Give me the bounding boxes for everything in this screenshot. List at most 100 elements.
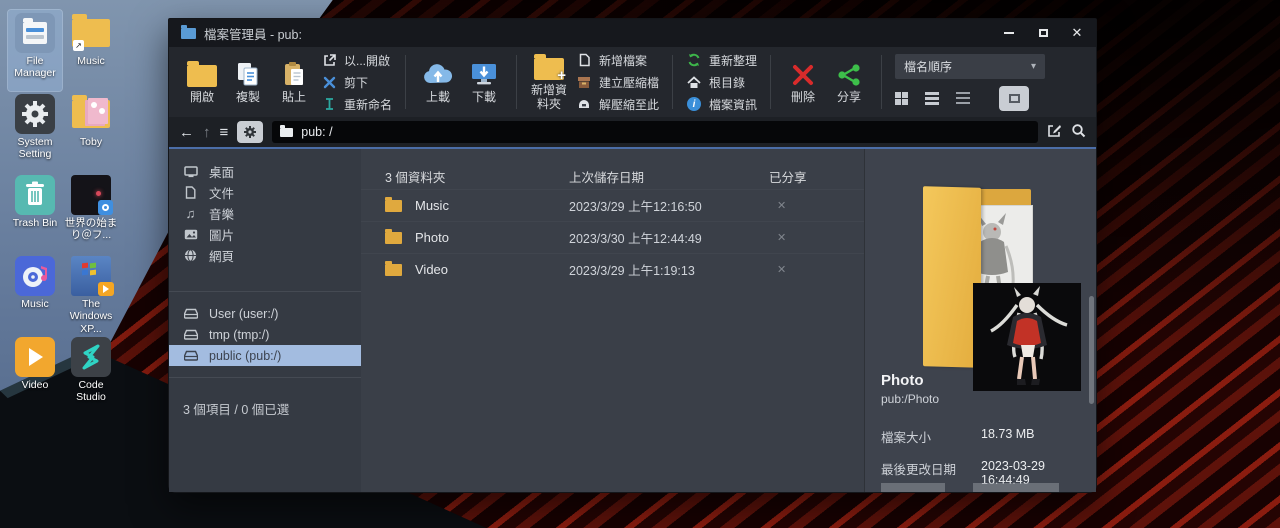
selection-status: 3 個項目 / 0 個已選 [183, 403, 290, 417]
app-folder-icon [181, 24, 196, 39]
list-header: 3 個資料夾 上次儲存日期 已分享 [361, 163, 864, 189]
photo-folder-icon [71, 94, 111, 134]
sidebar-item-web[interactable]: 網頁 [169, 245, 361, 266]
up-button[interactable]: ↑ [203, 125, 211, 140]
grid-view-icon [895, 91, 909, 105]
cut-scissors-icon [321, 76, 337, 89]
desktop-icon-label: System Setting [17, 136, 53, 161]
open-with-icon [321, 53, 337, 67]
desktop-icon-label: File Manager [14, 55, 56, 80]
preview-scrollbar[interactable] [1089, 296, 1094, 404]
list-view-icon [925, 91, 940, 105]
desktop-icon-code-studio[interactable]: Code Studio [64, 334, 118, 415]
sidebar-item-music[interactable]: ♫ 音樂 [169, 203, 361, 224]
view-grid-button[interactable] [895, 91, 909, 105]
folder-icon [385, 196, 402, 212]
share-icon [836, 59, 862, 87]
gear-icon [15, 94, 55, 134]
sidebar-item-documents[interactable]: 文件 [169, 182, 361, 203]
sidebar: 桌面 文件 ♫ 音樂 圖片 網頁 User (user:/) tmp (tmp:… [169, 149, 361, 492]
folder-icon [187, 61, 217, 88]
delete-button[interactable]: 刪除 [780, 59, 826, 105]
root-button[interactable]: 根目錄 [686, 73, 757, 92]
view-compact-button[interactable] [956, 92, 971, 104]
trash-icon [15, 175, 55, 215]
paste-button[interactable]: 貼上 [271, 59, 317, 105]
settings-toggle-button[interactable] [237, 121, 264, 143]
search-button[interactable] [1071, 123, 1086, 141]
copy-button[interactable]: 複製 [225, 59, 271, 105]
extract-here-button[interactable]: 解壓縮至此 [576, 95, 659, 114]
desktop-icon-label: 世界の始まり＠フ... [64, 217, 118, 242]
header-date[interactable]: 上次儲存日期 [569, 167, 769, 186]
create-archive-button[interactable]: 建立壓縮檔 [576, 73, 659, 92]
table-row[interactable]: Video 2023/3/29 上午1:19:13 ✕ [361, 253, 864, 285]
desktop-icon-system-setting[interactable]: System Setting [8, 91, 62, 172]
open-button[interactable]: 開啟 [179, 59, 225, 105]
header-count: 3 個資料夾 [385, 170, 446, 185]
sidebar-drive-tmp[interactable]: tmp (tmp:/) [169, 324, 361, 345]
address-input[interactable]: pub: / [272, 121, 1038, 143]
title-bar[interactable]: 檔案管理員 - pub: ✕ [169, 19, 1096, 47]
open-with-button[interactable]: 以...開啟 [321, 51, 392, 70]
info-icon: i [686, 97, 702, 111]
table-row[interactable]: Music 2023/3/29 上午12:16:50 ✕ [361, 189, 864, 221]
code-studio-icon [71, 337, 111, 377]
edit-path-button[interactable] [1047, 123, 1062, 141]
desktop-icon-music-folder[interactable]: ↗ Music [64, 10, 118, 91]
new-file-icon [576, 53, 592, 67]
sidebar-separator [169, 291, 361, 292]
desktop-icon-file-manager[interactable]: File Manager [7, 9, 63, 92]
view-list-button[interactable] [925, 91, 940, 105]
desktop-icon-label: Music [21, 298, 49, 310]
new-folder-button[interactable]: 新增資料夾 [526, 52, 572, 112]
preview-panel-toggle[interactable] [999, 85, 1030, 111]
sidebar-item-desktop[interactable]: 桌面 [169, 161, 361, 182]
upload-button[interactable]: 上載 [415, 59, 461, 105]
desktop-icon-music-app[interactable]: Music [8, 253, 62, 334]
unshared-x-icon[interactable]: ✕ [769, 199, 864, 212]
minimize-button[interactable] [1002, 26, 1016, 40]
download-button[interactable]: 下載 [461, 59, 507, 105]
unshared-x-icon[interactable]: ✕ [769, 231, 864, 244]
unshared-x-icon[interactable]: ✕ [769, 263, 864, 276]
video-thumbnail-icon [71, 175, 113, 215]
sidebar-drive-user[interactable]: User (user:/) [169, 303, 361, 324]
desktop-icon-label: Video [21, 379, 49, 391]
address-bar: ← ↑ ≡ pub: / [169, 117, 1096, 147]
header-shared[interactable]: 已分享 [769, 167, 864, 186]
close-button[interactable]: ✕ [1070, 25, 1084, 40]
sidebar-drive-public[interactable]: public (pub:/) [169, 345, 361, 366]
windows-thumbnail-icon [71, 256, 114, 296]
desktop-icon-label: Toby [79, 136, 103, 148]
refresh-button[interactable]: 重新整理 [686, 51, 757, 70]
new-folder-icon [534, 54, 566, 84]
new-file-button[interactable]: 新增檔案 [576, 51, 659, 70]
file-manager-icon [15, 13, 55, 53]
drive-icon [183, 350, 198, 361]
menu-button[interactable]: ≡ [220, 125, 229, 140]
desktop-icon-toby[interactable]: Toby [64, 91, 118, 172]
desktop-icon-sekai-video[interactable]: 世界の始まり＠フ... [64, 172, 118, 253]
maximize-button[interactable] [1036, 26, 1050, 40]
panel-icon [1008, 93, 1020, 103]
globe-icon [183, 249, 198, 262]
desktop-icon-video-app[interactable]: Video [8, 334, 62, 415]
sidebar-separator [169, 377, 361, 378]
sort-order-dropdown[interactable]: 檔名順序 ▾ [895, 53, 1046, 79]
table-row[interactable]: Photo 2023/3/30 上午12:44:49 ✕ [361, 221, 864, 253]
gear-icon [244, 126, 257, 138]
sidebar-item-pictures[interactable]: 圖片 [169, 224, 361, 245]
folder-shortcut-icon: ↗ [71, 13, 111, 53]
file-manager-window: 檔案管理員 - pub: ✕ 開啟 複製 貼上 以...開啟 剪下 重新命名 上… [168, 18, 1097, 493]
back-button[interactable]: ← [179, 125, 194, 140]
desktop-icon-windows-xp-video[interactable]: The Windows XP... [64, 253, 118, 335]
file-info-button[interactable]: i 檔案資訊 [686, 95, 757, 114]
chevron-down-icon: ▾ [1031, 60, 1037, 72]
share-button[interactable]: 分享 [826, 59, 872, 105]
rename-button[interactable]: 重新命名 [321, 95, 392, 114]
extract-icon [576, 98, 592, 110]
cut-button[interactable]: 剪下 [321, 73, 392, 92]
desktop-icon-trash-bin[interactable]: Trash Bin [8, 172, 62, 253]
cloud-upload-icon [422, 59, 454, 87]
